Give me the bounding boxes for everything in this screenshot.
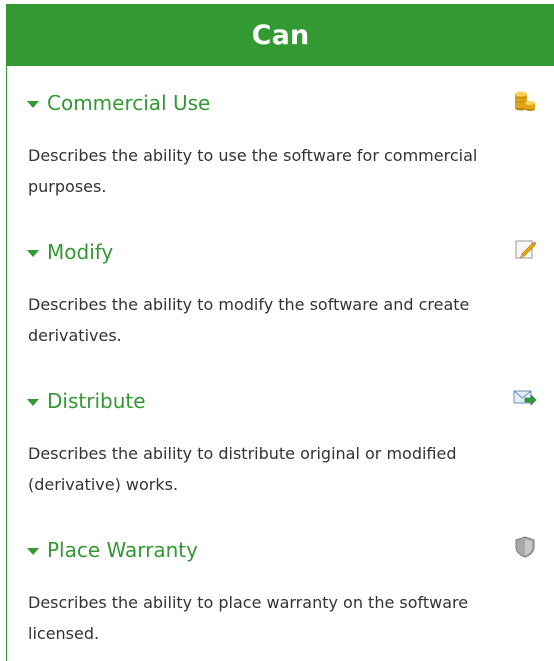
item-toggle-place-warranty[interactable]: Place Warranty — [27, 535, 198, 565]
caret-down-icon — [27, 547, 39, 555]
item-title: Distribute — [47, 389, 146, 413]
caret-down-icon — [27, 249, 39, 257]
item-description: Describes the ability to use the softwar… — [28, 146, 478, 196]
item-toggle-modify[interactable]: Modify — [27, 237, 113, 267]
mail-forward-icon — [513, 386, 537, 410]
item-description: Describes the ability to distribute orig… — [28, 444, 457, 494]
item-toggle-distribute[interactable]: Distribute — [27, 386, 146, 416]
panel-title: Can — [251, 19, 310, 51]
item-title: Place Warranty — [47, 538, 198, 562]
coins-icon — [513, 88, 537, 112]
item-title: Commercial Use — [47, 91, 211, 115]
can-panel: Can Commercial Use Describes the ability… — [6, 4, 554, 661]
item-description: Describes the ability to place warranty … — [28, 593, 469, 643]
item-title: Modify — [47, 240, 114, 264]
panel-header: Can — [6, 4, 554, 66]
item-toggle-commercial-use[interactable]: Commercial Use — [27, 88, 210, 118]
caret-down-icon — [27, 100, 39, 108]
caret-down-icon — [27, 398, 39, 406]
pencil-icon — [513, 237, 537, 261]
shield-icon — [513, 535, 537, 559]
item-description: Describes the ability to modify the soft… — [28, 295, 470, 345]
